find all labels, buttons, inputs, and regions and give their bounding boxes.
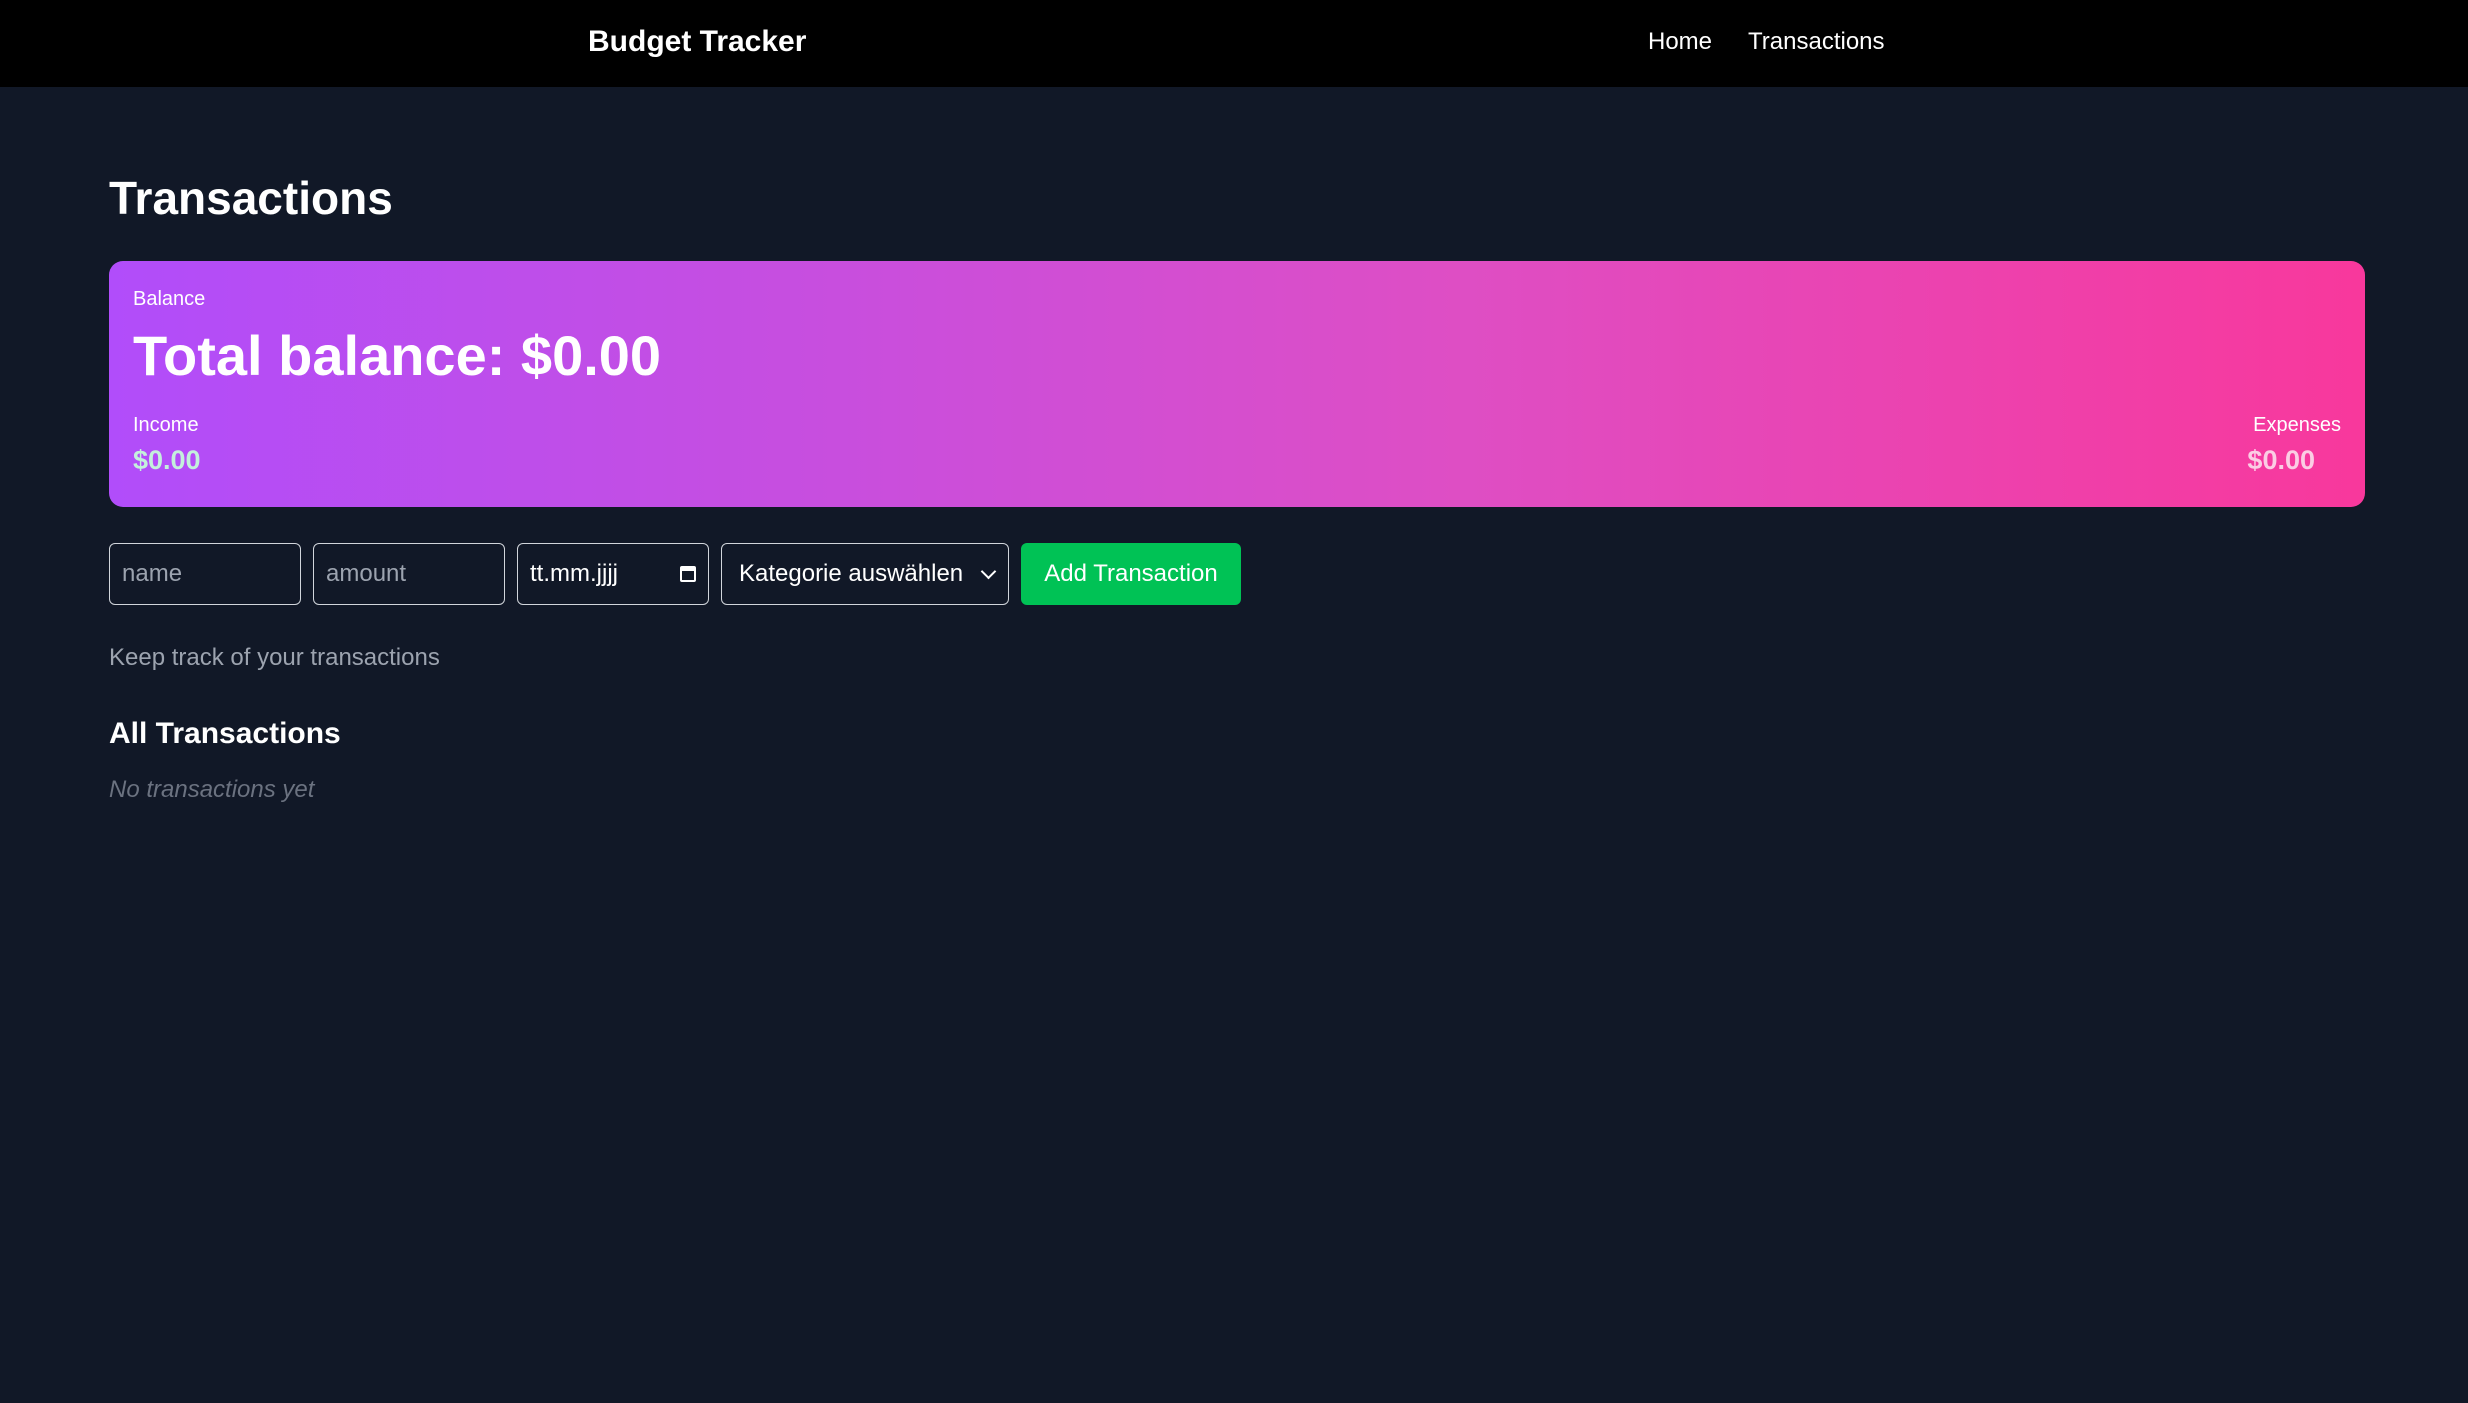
add-transaction-button[interactable]: Add Transaction (1021, 543, 1241, 605)
name-input[interactable] (109, 543, 301, 605)
all-transactions-heading: All Transactions (109, 717, 341, 750)
balance-card: Balance Total balance: $0.00 Income $0.0… (109, 261, 2365, 507)
chevron-down-icon (980, 563, 997, 579)
calendar-icon[interactable] (680, 566, 696, 582)
balance-label: Balance (133, 288, 206, 310)
total-balance: Total balance: $0.00 (133, 324, 662, 387)
expenses-label: Expenses (2253, 414, 2341, 436)
page-subtitle: Keep track of your transactions (109, 644, 440, 671)
app-brand[interactable]: Budget Tracker (588, 22, 806, 62)
nav-link-home[interactable]: Home (1648, 22, 1712, 62)
top-navbar: Budget Tracker Home Transactions (0, 0, 2468, 87)
main-nav: Home Transactions (1648, 22, 1885, 62)
date-input[interactable]: tt.mm.jjjj (517, 543, 709, 605)
amount-input[interactable] (313, 543, 505, 605)
income-label: Income (133, 414, 199, 436)
date-placeholder: tt.mm.jjjj (530, 560, 618, 587)
category-select[interactable]: Kategorie auswählen (721, 543, 1009, 605)
empty-transactions-message: No transactions yet (109, 776, 315, 803)
page-title: Transactions (109, 172, 393, 224)
category-selected-value: Kategorie auswählen (739, 560, 964, 587)
expenses-value: $0.00 (2247, 445, 2315, 475)
nav-link-transactions[interactable]: Transactions (1748, 22, 1885, 62)
income-value: $0.00 (133, 445, 201, 475)
